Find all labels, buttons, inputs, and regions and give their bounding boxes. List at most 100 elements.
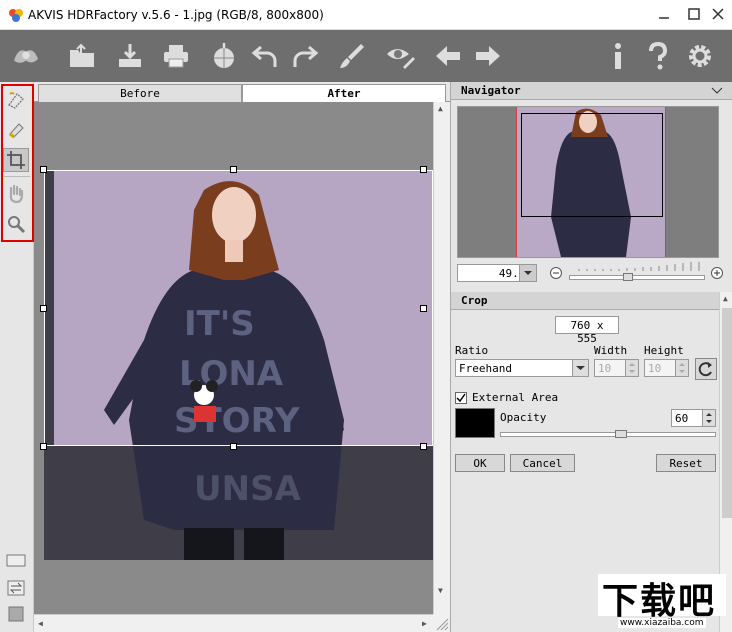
brush-run-icon	[340, 44, 364, 68]
navigator-title: Navigator	[461, 84, 521, 97]
open-folder-icon	[70, 43, 94, 67]
opacity-label: Opacity	[500, 411, 547, 424]
ratio-dropdown-button[interactable]	[572, 359, 589, 377]
crop-handle-bottom-left[interactable]	[40, 443, 47, 450]
image-canvas[interactable]: IT'S LONA STORY UNSA	[34, 102, 433, 614]
print-button[interactable]	[160, 40, 192, 72]
preview-button[interactable]	[384, 40, 416, 72]
height-input[interactable]: 10	[644, 359, 676, 377]
zoom-in-icon[interactable]	[710, 266, 724, 280]
ratio-select[interactable]: Freehand	[455, 359, 575, 377]
tab-before[interactable]: Before	[38, 84, 242, 102]
navigator-header[interactable]: Navigator	[451, 82, 732, 100]
view-tabs: Before After	[34, 82, 450, 102]
right-panel: Navigator 49.9% Crop 760 x 555 Ratio Wid…	[450, 82, 732, 632]
stepper-arrows-icon	[679, 363, 685, 373]
crop-handle-top-left[interactable]	[40, 166, 47, 173]
save-button[interactable]	[114, 40, 146, 72]
save-icon	[119, 44, 141, 67]
resize-grip[interactable]	[433, 614, 450, 632]
main-toolbar	[0, 30, 732, 82]
width-input[interactable]: 10	[594, 359, 626, 377]
watermark: 下载吧 www.xiazaiba.com	[592, 574, 732, 632]
settings-button[interactable]	[684, 40, 716, 72]
undo-button[interactable]	[250, 40, 282, 72]
zoom-out-icon[interactable]	[549, 266, 563, 280]
scroll-up-arrow-icon[interactable]: ▲	[438, 104, 443, 113]
crop-handle-middle-right[interactable]	[420, 305, 427, 312]
zoom-slider-thumb[interactable]	[623, 273, 633, 281]
minimize-icon	[659, 17, 669, 19]
akvis-logo-icon	[14, 50, 38, 63]
open-button[interactable]	[66, 40, 98, 72]
arrow-right-icon	[476, 46, 500, 66]
scroll-left-arrow-icon[interactable]: ◀	[38, 619, 43, 628]
zoom-dropdown-button[interactable]	[519, 264, 537, 282]
compare-view-button[interactable]	[3, 548, 29, 572]
forward-button[interactable]	[472, 40, 504, 72]
watermark-brand: 下载吧	[602, 581, 717, 622]
share-button[interactable]	[208, 40, 240, 72]
panel-scroll-thumb[interactable]	[722, 308, 732, 518]
tab-after[interactable]: After	[242, 84, 446, 102]
maximize-icon	[688, 8, 700, 20]
single-view-icon	[6, 554, 26, 567]
height-stepper[interactable]	[675, 359, 689, 377]
canvas-horizontal-scrollbar[interactable]: ◀ ▶	[34, 614, 433, 632]
cancel-button[interactable]: Cancel	[510, 454, 575, 472]
panel-scroll-up-icon[interactable]: ▲	[723, 294, 728, 303]
crop-handle-bottom-middle[interactable]	[230, 443, 237, 450]
reset-button[interactable]: Reset	[656, 454, 716, 472]
external-area-checkbox[interactable]	[455, 392, 467, 404]
crop-header: Crop	[451, 292, 719, 310]
ok-button[interactable]: OK	[455, 454, 505, 472]
external-area-color-swatch[interactable]	[455, 408, 495, 438]
stepper-arrows-icon	[706, 413, 712, 423]
scroll-down-arrow-icon[interactable]: ▼	[438, 586, 443, 595]
minimize-button[interactable]	[656, 6, 672, 22]
collapse-chevron-icon[interactable]	[711, 87, 723, 95]
app-logo-icon	[9, 9, 23, 22]
dropdown-arrow-icon	[576, 366, 585, 370]
swap-view-button[interactable]	[3, 576, 29, 600]
share-globe-icon	[214, 43, 234, 68]
scroll-right-arrow-icon[interactable]: ▶	[422, 619, 427, 628]
dropdown-arrow-icon	[524, 271, 532, 275]
crop-handle-top-right[interactable]	[420, 166, 427, 173]
crop-handle-bottom-right[interactable]	[420, 443, 427, 450]
width-label: Width	[594, 344, 628, 357]
navigator-view-frame[interactable]	[521, 113, 663, 217]
rotate-icon	[698, 362, 712, 377]
canvas-vertical-scrollbar[interactable]: ▲ ▼	[433, 102, 450, 614]
gear-icon	[689, 45, 711, 67]
opacity-slider[interactable]	[500, 432, 716, 437]
zoom-slider[interactable]	[569, 275, 705, 280]
opacity-input[interactable]: 60	[671, 409, 703, 427]
maximize-button[interactable]	[686, 6, 702, 22]
svg-text:UNSA: UNSA	[194, 469, 302, 509]
rotate-ratio-button[interactable]	[695, 358, 717, 380]
navigator-right-edge	[665, 107, 666, 257]
close-button[interactable]	[710, 6, 726, 22]
crop-handle-middle-left[interactable]	[40, 305, 47, 312]
crop-frame[interactable]	[44, 170, 433, 446]
width-stepper[interactable]	[625, 359, 639, 377]
crop-handle-top-middle[interactable]	[230, 166, 237, 173]
watermark-url: www.xiazaiba.com	[618, 618, 706, 628]
opacity-slider-thumb[interactable]	[615, 430, 627, 438]
tool-highlight-box	[1, 84, 34, 242]
print-icon	[164, 45, 188, 68]
photo-image: IT'S LONA STORY UNSA	[44, 170, 433, 560]
window-title: AKVIS HDRFactory v.5.6 - 1.jpg (RGB/8, 8…	[28, 8, 324, 22]
info-icon	[615, 43, 621, 69]
zoom-ticks	[578, 262, 700, 271]
navigator-preview[interactable]	[457, 106, 719, 258]
run-button[interactable]	[336, 40, 368, 72]
help-button[interactable]	[642, 40, 674, 72]
background-color-button[interactable]	[3, 602, 29, 626]
opacity-stepper[interactable]	[702, 409, 716, 427]
redo-button[interactable]	[288, 40, 320, 72]
info-button[interactable]	[602, 40, 634, 72]
height-label: Height	[644, 344, 684, 357]
back-button[interactable]	[432, 40, 464, 72]
